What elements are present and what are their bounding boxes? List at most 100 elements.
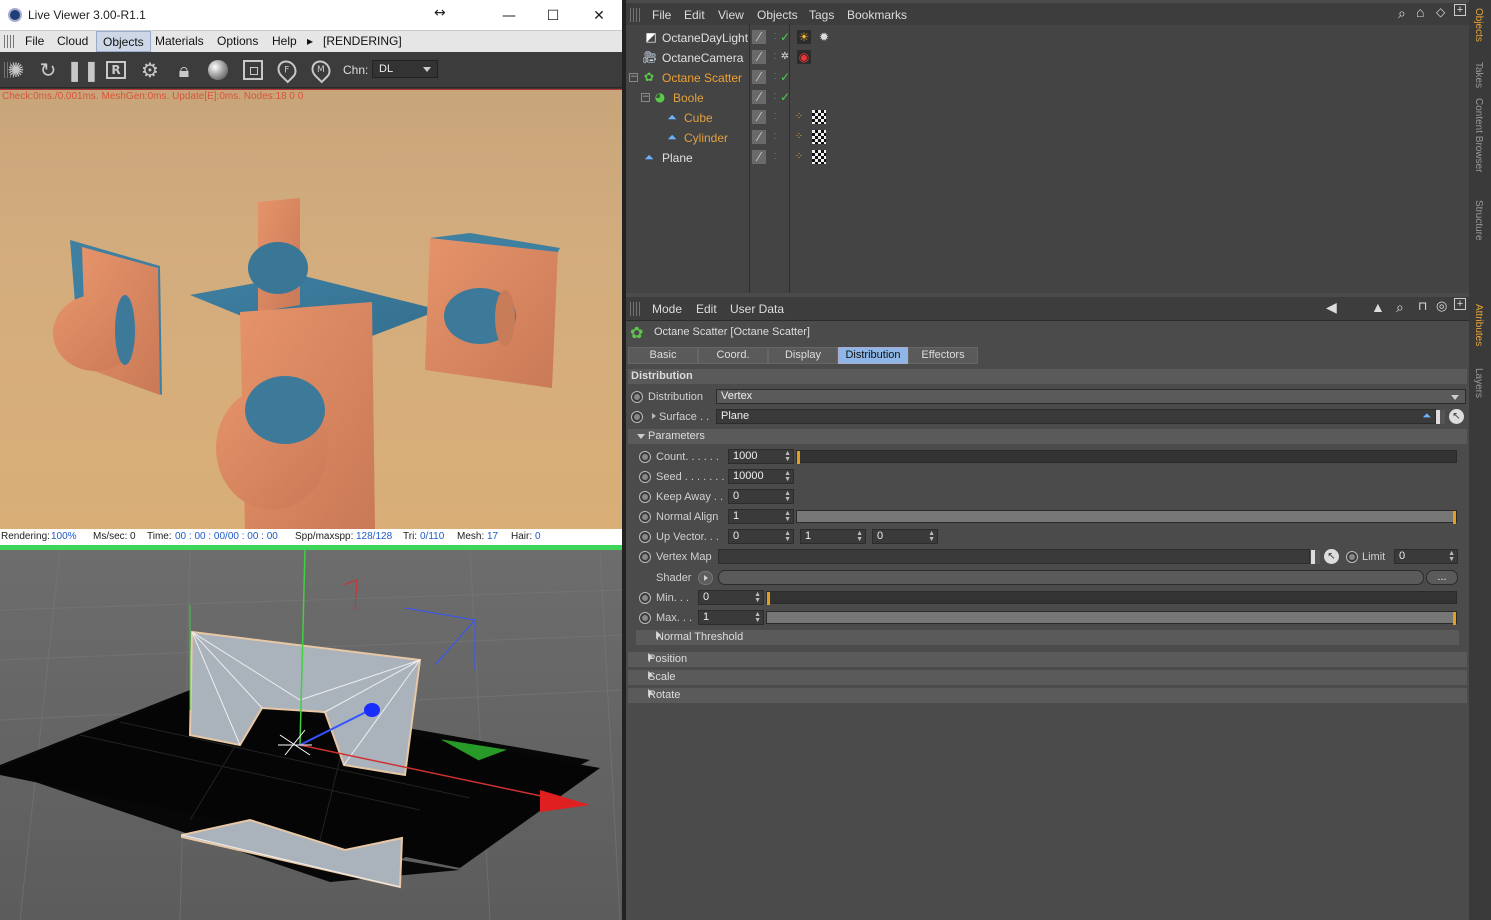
enabled-check-icon[interactable]: ✓ bbox=[778, 30, 792, 44]
visibility-dots-icon[interactable]: ⁚ bbox=[768, 150, 782, 164]
pick-object-icon[interactable]: ↖ bbox=[1449, 409, 1464, 424]
collapse-minus-icon[interactable]: − bbox=[629, 73, 638, 82]
limit-input[interactable]: 0 ▲ ▼ bbox=[1394, 549, 1458, 564]
shader-expand-button[interactable] bbox=[698, 571, 713, 585]
om-menu-bookmarks[interactable]: Bookmarks bbox=[847, 8, 907, 22]
parameters-section-header[interactable]: Parameters bbox=[628, 429, 1467, 444]
collapse-minus-icon[interactable]: − bbox=[641, 93, 650, 102]
enabled-check-icon[interactable]: ✓ bbox=[778, 70, 792, 84]
material-tag-icon[interactable] bbox=[812, 150, 826, 164]
side-tab-layers[interactable]: Layers bbox=[1473, 368, 1484, 398]
animate-radio[interactable] bbox=[639, 612, 651, 624]
spinner-arrows-icon[interactable]: ▲ ▼ bbox=[784, 490, 791, 503]
settings-gear-icon[interactable]: ⚙ bbox=[137, 57, 163, 83]
om-menu-objects[interactable]: Objects bbox=[757, 8, 798, 22]
animate-radio[interactable] bbox=[639, 451, 651, 463]
object-row-boole[interactable]: − ◕ Boole ⁄ ⁚ ✓ bbox=[632, 88, 1469, 108]
slider-handle[interactable] bbox=[767, 592, 770, 605]
spinner-arrows-icon[interactable]: ▲ ▼ bbox=[754, 591, 761, 604]
keep-away-input[interactable]: 0 ▲ ▼ bbox=[728, 489, 794, 504]
min-input[interactable]: 0 ▲ ▼ bbox=[698, 590, 764, 605]
animate-radio[interactable] bbox=[639, 471, 651, 483]
restart-render-icon[interactable]: ↻ bbox=[35, 57, 61, 83]
position-section-header[interactable]: Position bbox=[628, 652, 1467, 667]
om-menu-edit[interactable]: Edit bbox=[684, 8, 705, 22]
spinner-arrows-icon[interactable]: ▲ ▼ bbox=[784, 510, 791, 523]
material-pick-icon[interactable]: M bbox=[307, 56, 335, 84]
layer-toggle-icon[interactable]: ⁄ bbox=[752, 70, 766, 84]
layer-toggle-icon[interactable]: ⁄ bbox=[752, 50, 766, 64]
channel-dropdown[interactable]: DL bbox=[372, 60, 438, 78]
target-icon[interactable]: ◎ bbox=[1436, 298, 1447, 314]
side-tab-structure[interactable]: Structure bbox=[1473, 200, 1484, 241]
object-row-octanedaylight[interactable]: ◩ OctaneDayLight ⁄ ⁚ ✓ ☀ ✹ bbox=[632, 28, 1469, 48]
phong-tag-icon[interactable]: ⁘ bbox=[792, 130, 806, 144]
render-preview[interactable]: Check:0ms./0.001ms. MeshGen:0ms. Update[… bbox=[0, 89, 622, 529]
menu-cloud[interactable]: Cloud bbox=[57, 34, 88, 48]
count-slider[interactable] bbox=[796, 450, 1457, 464]
up-vector-x-input[interactable]: 0 ▲ ▼ bbox=[728, 529, 794, 544]
spinner-arrows-icon[interactable]: ▲ ▼ bbox=[784, 450, 791, 463]
visibility-dots-icon[interactable]: ⁚ bbox=[768, 130, 782, 144]
sun-tag-icon[interactable]: ☀ bbox=[797, 30, 811, 44]
focus-pick-icon[interactable]: F bbox=[273, 56, 301, 84]
vertex-map-link-field[interactable] bbox=[718, 549, 1310, 564]
new-panel-icon[interactable]: + bbox=[1454, 4, 1466, 16]
attr-menu-edit[interactable]: Edit bbox=[696, 302, 717, 316]
attr-menu-mode[interactable]: Mode bbox=[652, 302, 682, 316]
lock-icon[interactable]: ⊓ bbox=[1418, 299, 1427, 313]
material-tag-icon[interactable] bbox=[812, 130, 826, 144]
distribution-dropdown[interactable]: Vertex bbox=[716, 389, 1466, 404]
shader-menu-button[interactable]: ... bbox=[1426, 570, 1458, 585]
side-tab-content-browser[interactable]: Content Browser bbox=[1473, 98, 1484, 172]
send-scene-icon[interactable]: ✺ bbox=[3, 57, 29, 83]
animate-radio[interactable] bbox=[631, 391, 643, 403]
shader-field[interactable] bbox=[718, 570, 1424, 585]
spinner-arrows-icon[interactable]: ▲ ▼ bbox=[754, 611, 761, 624]
layer-toggle-icon[interactable]: ⁄ bbox=[752, 90, 766, 104]
side-tab-takes[interactable]: Takes bbox=[1473, 62, 1484, 88]
normal-threshold-section-header[interactable]: Normal Threshold bbox=[636, 630, 1459, 645]
viewport-frame-icon[interactable] bbox=[240, 57, 266, 83]
new-panel-icon[interactable]: + bbox=[1454, 298, 1466, 310]
pick-object-icon[interactable]: ↖ bbox=[1324, 549, 1339, 564]
up-arrow-icon[interactable]: ▲ bbox=[1371, 299, 1385, 315]
spinner-arrows-icon[interactable]: ▲ ▼ bbox=[856, 530, 863, 543]
visibility-dots-icon[interactable]: ⁚ bbox=[768, 110, 782, 124]
animate-radio[interactable] bbox=[639, 531, 651, 543]
animate-radio[interactable] bbox=[639, 491, 651, 503]
up-vector-z-input[interactable]: 0 ▲ ▼ bbox=[872, 529, 938, 544]
object-row-cylinder[interactable]: ⏶ Cylinder ⁄ ⁚ ⁘ bbox=[632, 128, 1469, 148]
animate-radio[interactable] bbox=[639, 511, 651, 523]
link-arrow-icon[interactable] bbox=[1311, 550, 1320, 564]
minimize-button[interactable]: — bbox=[486, 0, 532, 31]
eye-icon[interactable]: ◇ bbox=[1436, 5, 1445, 19]
spinner-arrows-icon[interactable]: ▲ ▼ bbox=[784, 530, 791, 543]
slider-handle[interactable] bbox=[1453, 511, 1456, 524]
render-protection-icon[interactable]: ✲ bbox=[778, 50, 792, 64]
up-vector-y-input[interactable]: 1 ▲ ▼ bbox=[800, 529, 866, 544]
spinner-arrows-icon[interactable]: ▲ ▼ bbox=[1448, 550, 1455, 563]
tab-basic[interactable]: Basic bbox=[628, 347, 698, 364]
max-slider[interactable] bbox=[766, 611, 1457, 625]
phong-tag-icon[interactable]: ⁘ bbox=[792, 110, 806, 124]
object-row-octanecamera[interactable]: 🎥︎ OctaneCamera ⁄ ⁚ ✲ ◉ bbox=[632, 48, 1469, 68]
count-input[interactable]: 1000 ▲ ▼ bbox=[728, 449, 794, 464]
search-icon[interactable]: ⌕ bbox=[1396, 299, 1404, 316]
menu-options[interactable]: Options bbox=[217, 34, 258, 48]
rotate-section-header[interactable]: Rotate bbox=[628, 688, 1467, 703]
material-tag-icon[interactable] bbox=[812, 110, 826, 124]
maximize-button[interactable]: ☐ bbox=[530, 0, 576, 31]
normal-align-input[interactable]: 1 ▲ ▼ bbox=[728, 509, 794, 524]
search-icon[interactable]: ⌕ bbox=[1398, 5, 1406, 22]
menu-help[interactable]: Help bbox=[272, 34, 297, 48]
animate-radio[interactable] bbox=[639, 592, 651, 604]
3d-viewport[interactable] bbox=[0, 550, 622, 920]
close-button[interactable]: ✕ bbox=[576, 0, 622, 31]
layer-toggle-icon[interactable]: ⁄ bbox=[752, 110, 766, 124]
object-row-octane-scatter[interactable]: − ✿ Octane Scatter ⁄ ⁚ ✓ bbox=[629, 68, 1469, 88]
layer-toggle-icon[interactable]: ⁄ bbox=[752, 130, 766, 144]
tab-display[interactable]: Display bbox=[768, 347, 838, 364]
object-row-plane[interactable]: ⏶ Plane ⁄ ⁚ ⁘ bbox=[632, 148, 1469, 168]
link-arrow-icon[interactable] bbox=[1436, 410, 1445, 424]
